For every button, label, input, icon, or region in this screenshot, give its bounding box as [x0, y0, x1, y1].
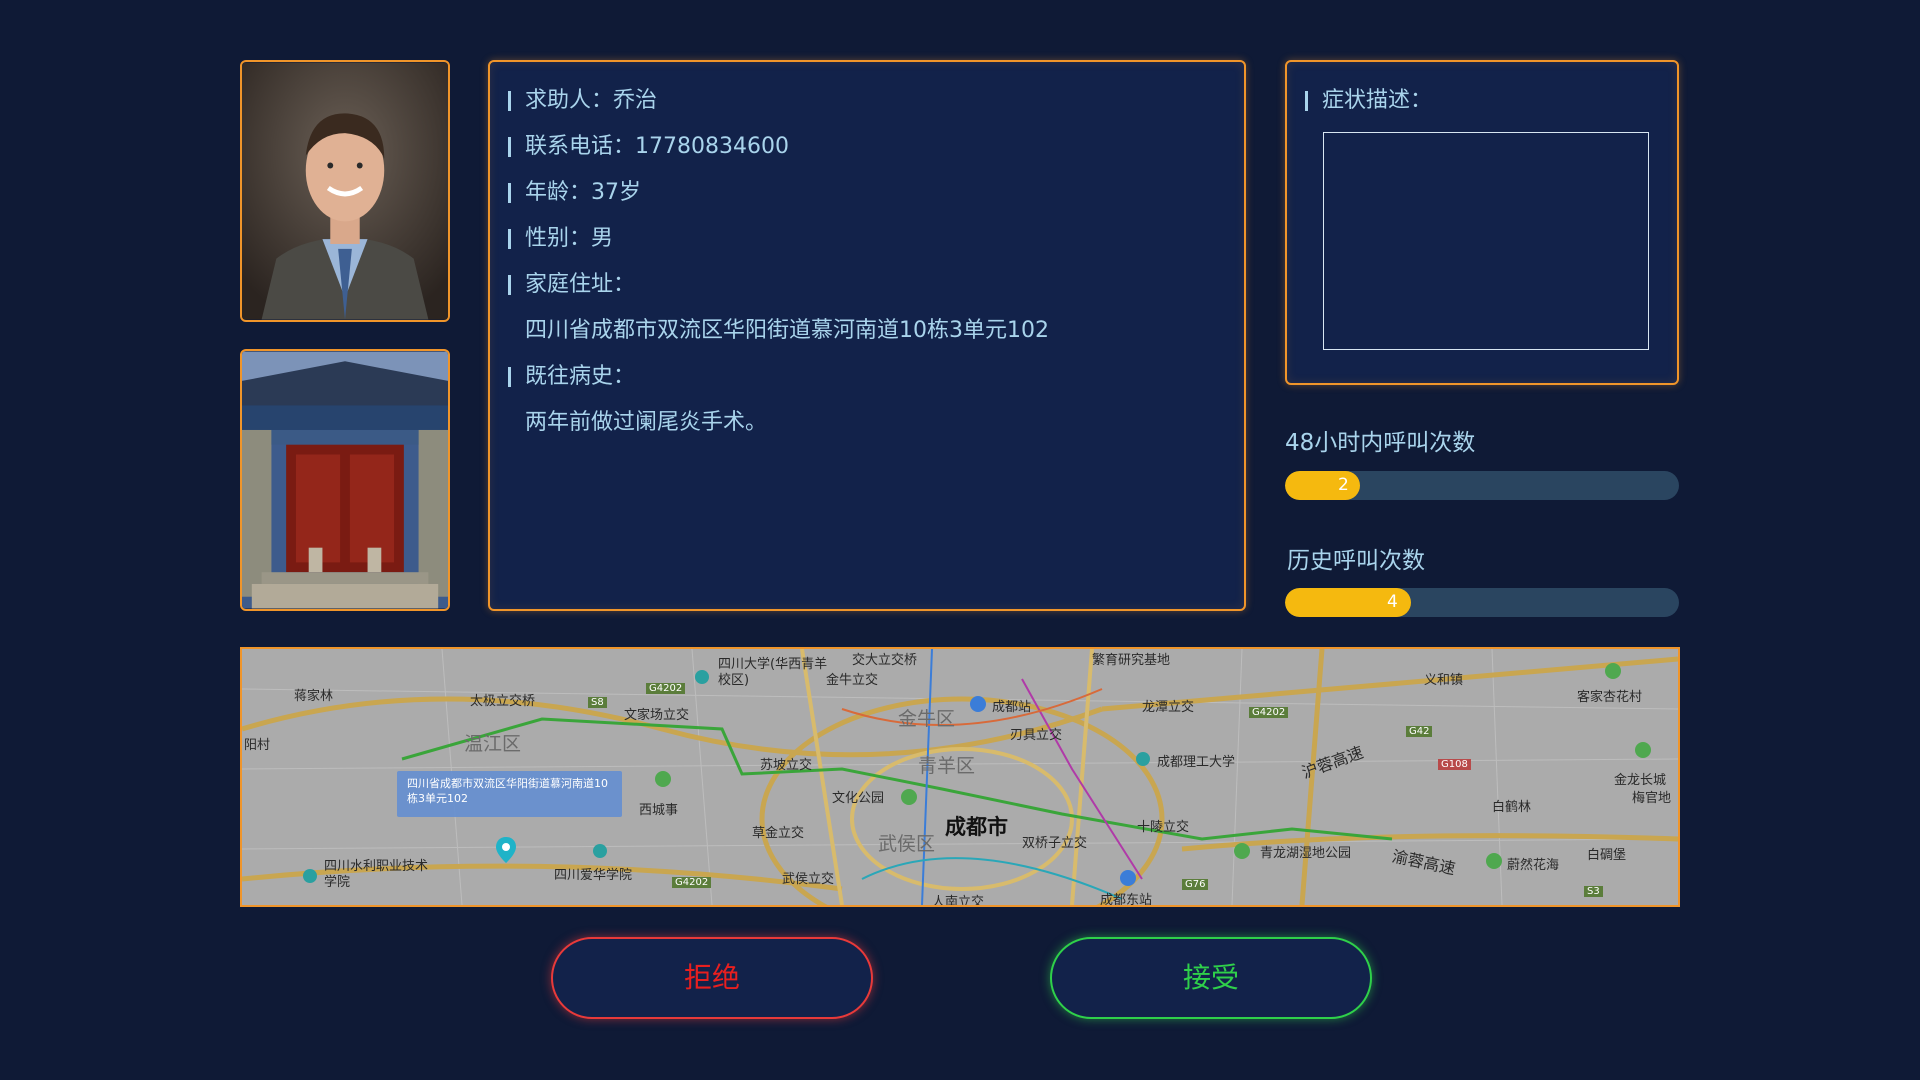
house-image	[242, 351, 448, 609]
caller-address-row: 家庭住址：	[508, 262, 1226, 308]
map-label: 阳村	[244, 738, 271, 753]
caller-name-value: 乔治	[613, 88, 658, 113]
caller-house-photo	[240, 349, 450, 611]
map-address-popup: 四川省成都市双流区华阳街道慕河南道10栋3单元102	[397, 771, 622, 817]
map-label: 白碉堡	[1587, 848, 1627, 863]
location-pin-icon[interactable]	[496, 837, 516, 863]
map-label: 龙潭立交	[1142, 700, 1195, 715]
map-label: 太极立交桥	[470, 694, 536, 709]
caller-name-row: 求助人： 乔治	[508, 78, 1226, 124]
map-label: 文家场立交	[624, 708, 690, 723]
map-shield: G4202	[1249, 707, 1289, 718]
map-label: 义和镇	[1424, 673, 1464, 688]
caller-portrait-photo	[240, 60, 450, 322]
calls-history-bar: 4	[1285, 588, 1679, 617]
location-map[interactable]: 蒋家林 太极立交桥 四川大学(华西青羊校区) 交大立交桥 金牛立交 繁育研究基地…	[240, 647, 1680, 907]
map-label: 成都东站	[1100, 893, 1153, 907]
map-label: 草金立交	[752, 826, 805, 841]
portrait-image	[242, 62, 448, 320]
map-shield: G76	[1182, 879, 1209, 890]
map-label: 成都理工大学	[1157, 755, 1236, 770]
map-shield: G4202	[646, 683, 686, 694]
map-label: 青羊区	[918, 755, 976, 777]
map-label: 蔚然花海	[1507, 858, 1560, 873]
caller-age-row: 年龄： 37岁	[508, 170, 1226, 216]
calls-48h-label: 48小时内呼叫次数	[1285, 430, 1476, 456]
map-label: 成都站	[992, 700, 1032, 715]
map-label: 成都市	[945, 815, 1008, 839]
map-label: 青龙湖湿地公园	[1260, 846, 1352, 861]
caller-phone-value: 17780834600	[635, 134, 789, 159]
map-shield: S8	[588, 697, 607, 708]
calls-history-label: 历史呼叫次数	[1287, 548, 1425, 574]
map-label: 人南立交	[932, 895, 985, 907]
map-label: 十陵立交	[1137, 820, 1190, 835]
map-label: 金牛立交	[826, 673, 879, 688]
calls-48h-bar: 2	[1285, 471, 1679, 500]
caller-age-value: 37岁	[591, 180, 642, 205]
map-shield: S3	[1584, 886, 1603, 897]
row-marker	[508, 229, 511, 249]
caller-name-label: 求助人：	[525, 88, 614, 113]
caller-gender-label: 性别：	[525, 226, 592, 251]
caller-history-label: 既往病史：	[525, 364, 636, 389]
map-label: 四川大学(华西青羊校区)	[718, 657, 828, 688]
map-label: 蒋家林	[294, 689, 334, 704]
symptom-label: 症状描述：	[1322, 88, 1433, 113]
caller-gender-value: 男	[591, 226, 614, 251]
symptom-row: 症状描述：	[1305, 78, 1659, 124]
accept-button[interactable]: 接受	[1050, 937, 1372, 1019]
map-label: 文化公园	[832, 791, 885, 806]
map-label: 刃具立交	[1010, 728, 1063, 743]
caller-phone-label: 联系电话：	[525, 134, 636, 159]
map-shield: G4202	[672, 877, 712, 888]
map-label: 西城事	[639, 803, 679, 818]
row-marker	[1305, 91, 1308, 111]
row-marker	[508, 91, 511, 111]
row-marker	[508, 367, 511, 387]
row-marker	[508, 275, 511, 295]
symptom-panel: 症状描述：	[1285, 60, 1679, 385]
caller-info-panel: 求助人： 乔治 联系电话： 17780834600 年龄： 37岁 性别： 男 …	[488, 60, 1246, 611]
map-label: 四川水利职业技术学院	[324, 859, 429, 890]
map-label: 繁育研究基地	[1092, 653, 1171, 668]
map-shield: G108	[1438, 759, 1471, 770]
map-shield: G42	[1406, 726, 1433, 737]
map-label: 金龙长城	[1614, 773, 1667, 788]
symptom-description-box[interactable]	[1323, 132, 1649, 350]
map-label: 苏坡立交	[760, 758, 813, 773]
reject-button[interactable]: 拒绝	[551, 937, 873, 1019]
caller-address-value: 四川省成都市双流区华阳街道慕河南道10栋3单元102	[525, 318, 1049, 343]
calls-history-value: 4	[1387, 592, 1398, 612]
map-label: 双桥子立交	[1022, 836, 1088, 851]
caller-history-value: 两年前做过阑尾炎手术。	[525, 410, 768, 435]
caller-age-label: 年龄：	[525, 180, 592, 205]
row-marker	[508, 137, 511, 157]
map-label: 温江区	[464, 733, 522, 755]
map-label: 白鹤林	[1492, 800, 1532, 815]
map-label: 武侯立交	[782, 872, 835, 887]
map-label: 武侯区	[878, 833, 936, 855]
row-marker	[508, 183, 511, 203]
map-label: 金牛区	[898, 708, 956, 730]
caller-history-row: 既往病史：	[508, 354, 1226, 400]
caller-address-label: 家庭住址：	[525, 272, 636, 297]
map-label: 四川爱华学院	[554, 868, 633, 883]
caller-phone-row: 联系电话： 17780834600	[508, 124, 1226, 170]
map-label: 客家杏花村	[1577, 690, 1643, 705]
caller-gender-row: 性别： 男	[508, 216, 1226, 262]
map-label: 梅官地	[1632, 791, 1672, 806]
map-label: 交大立交桥	[852, 653, 918, 668]
calls-48h-value: 2	[1338, 475, 1349, 495]
